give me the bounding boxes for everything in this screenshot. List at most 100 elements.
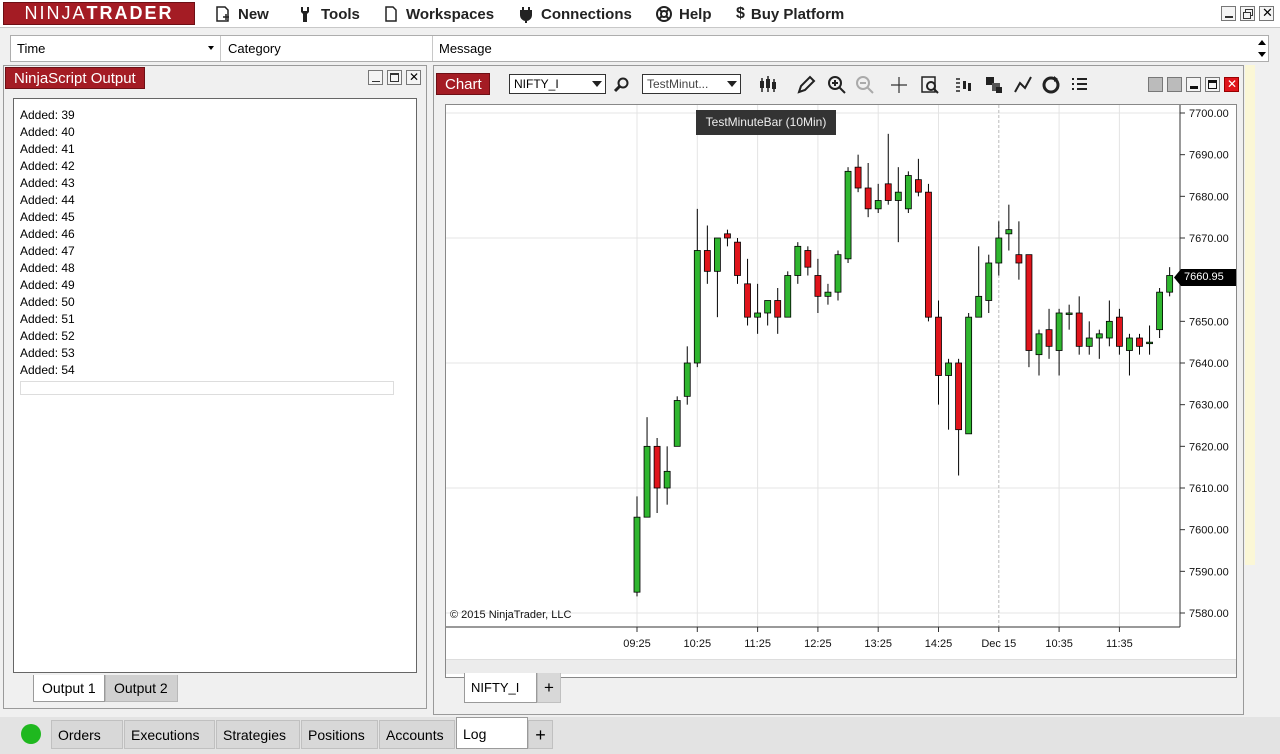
candlestick-series [633, 133, 1174, 597]
tab-strategies-label: Strategies [223, 727, 287, 743]
price-tick-label: 7610.00 [1189, 483, 1229, 495]
candle-up [643, 445, 651, 518]
output-line: Added: 41 [20, 142, 75, 156]
refresh-icon[interactable] [1040, 74, 1062, 96]
price-tick-label: 7630.00 [1189, 400, 1229, 412]
chart-maximize-button[interactable] [1205, 77, 1220, 92]
tab-log-label: Log [463, 726, 487, 742]
tab-accounts[interactable]: Accounts [379, 720, 455, 749]
tab-log[interactable]: Log [456, 717, 528, 749]
workspace-icon [385, 6, 397, 22]
tab-output-1[interactable]: Output 1 [33, 675, 105, 702]
right-yellow-strip [1245, 65, 1255, 565]
drawing-tools-icon[interactable] [1012, 74, 1034, 96]
properties-icon[interactable] [1068, 74, 1090, 96]
price-chart[interactable]: 7700.007690.007680.007670.007660.007650.… [446, 105, 1236, 677]
time-tick-label: 11:25 [744, 638, 771, 650]
bar-type-select[interactable]: TestMinut... [642, 74, 741, 94]
tab-output-1-label: Output 1 [42, 680, 96, 696]
bar-type-value: TestMinut... [647, 77, 709, 91]
candle-down [744, 283, 751, 318]
tab-orders[interactable]: Orders [51, 720, 123, 749]
menu-buy-platform[interactable]: $ Buy Platform [736, 4, 844, 24]
tab-positions[interactable]: Positions [301, 720, 378, 749]
data-box-icon[interactable] [919, 74, 941, 96]
chart-workspace-button[interactable] [1167, 77, 1182, 92]
add-tab-button[interactable]: + [528, 720, 553, 749]
menu-connections[interactable]: Connections [517, 4, 632, 24]
bar-style-icon[interactable] [757, 74, 779, 96]
output-input-line[interactable] [20, 381, 394, 395]
chart-minimize-button[interactable] [1186, 77, 1201, 92]
candle-up [965, 316, 973, 435]
candle-down [864, 187, 872, 210]
instrument-select[interactable]: NIFTY_I [509, 74, 606, 94]
output-line: Added: 43 [20, 176, 75, 190]
output-line: Added: 51 [20, 312, 75, 326]
candle-down [925, 191, 932, 318]
strategies-icon[interactable] [983, 74, 1005, 96]
add-tab-label: + [535, 725, 546, 745]
candle-up [673, 400, 681, 447]
search-icon[interactable] [611, 74, 633, 96]
time-tick-label: Dec 15 [981, 638, 1016, 650]
tab-strategies[interactable]: Strategies [216, 720, 300, 749]
menu-help[interactable]: Help [655, 4, 712, 24]
menu-workspaces[interactable]: Workspaces [382, 4, 494, 24]
candle-up [1085, 337, 1093, 347]
price-tick-label: 7670.00 [1189, 233, 1229, 245]
candle-up [995, 237, 1003, 264]
close-button[interactable]: ✕ [1259, 5, 1274, 21]
output-minimize-button[interactable] [368, 70, 383, 85]
message-column-header[interactable]: Message [433, 36, 1257, 61]
chart-close-button[interactable]: ✕ [1224, 77, 1239, 92]
horizontal-scrollbar[interactable] [446, 659, 1236, 674]
candle-up [1065, 312, 1073, 315]
time-tick-label: 13:25 [864, 638, 892, 650]
add-chart-tab-button[interactable]: + [537, 673, 561, 703]
price-tick-label: 7620.00 [1189, 441, 1229, 453]
time-column-header[interactable]: Time [11, 36, 221, 61]
scroll-up-arrow[interactable] [1258, 40, 1266, 45]
menu-new[interactable]: New [214, 4, 269, 24]
output-line: Added: 49 [20, 278, 75, 292]
candle-down [854, 166, 862, 189]
zoom-in-icon[interactable] [826, 74, 848, 96]
candle-up [1005, 229, 1013, 235]
time-tick-label: 11:35 [1106, 638, 1133, 650]
menu-help-label: Help [679, 5, 712, 23]
candle-down [1116, 316, 1123, 347]
candle-up [764, 300, 772, 314]
menu-connections-label: Connections [541, 5, 632, 23]
minimize-button[interactable] [1221, 6, 1236, 21]
zoom-out-icon[interactable] [854, 74, 876, 96]
price-tick-label: 7680.00 [1189, 191, 1229, 203]
output-text-area[interactable]: Added: 39 Added: 40 Added: 41 Added: 42 … [13, 98, 417, 673]
indicators-icon[interactable] [953, 74, 975, 96]
candle-down [1045, 329, 1053, 347]
candle-up [683, 362, 691, 397]
tab-output-2[interactable]: Output 2 [105, 675, 178, 702]
output-maximize-button[interactable] [387, 70, 402, 85]
candle-up [1156, 291, 1163, 331]
chart-area[interactable]: 7700.007690.007680.007670.007660.007650.… [445, 104, 1237, 678]
crosshair-icon[interactable] [888, 74, 910, 96]
scroll-down-arrow[interactable] [1258, 52, 1266, 57]
candle-up [1146, 341, 1153, 345]
tab-chart-nifty[interactable]: NIFTY_I [464, 673, 537, 703]
output-line: Added: 48 [20, 261, 75, 275]
price-tick-label: 7590.00 [1189, 566, 1229, 578]
last-price-marker: 7660.95 [1174, 269, 1236, 286]
chart-link-button[interactable] [1148, 77, 1163, 92]
sort-down-icon [208, 46, 214, 50]
output-line: Added: 45 [20, 210, 75, 224]
tab-executions[interactable]: Executions [124, 720, 215, 749]
menu-tools[interactable]: Tools [297, 4, 360, 24]
output-close-button[interactable]: ✕ [406, 70, 421, 85]
candle-up [975, 295, 983, 318]
candle-up [824, 291, 832, 297]
category-column-header[interactable]: Category [222, 36, 433, 61]
restore-button[interactable] [1240, 6, 1255, 21]
pencil-icon[interactable] [795, 74, 817, 96]
output-line: Added: 44 [20, 193, 75, 207]
